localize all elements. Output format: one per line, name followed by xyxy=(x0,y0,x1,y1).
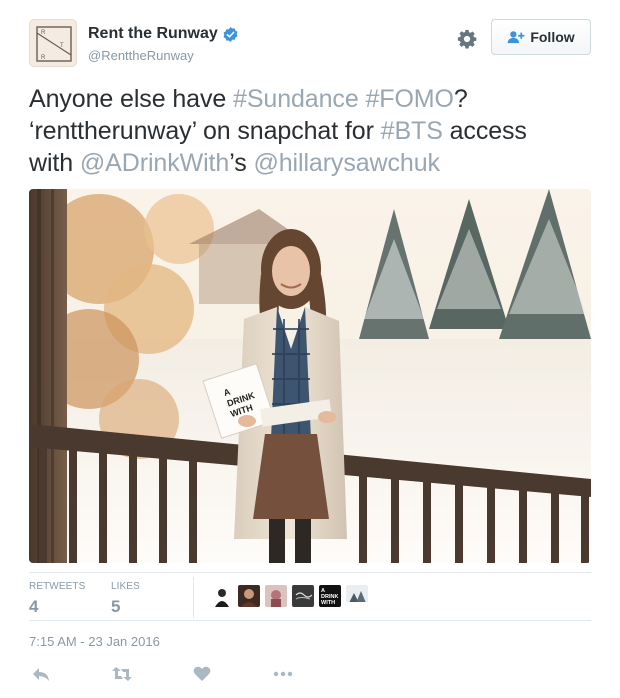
likes-label: LIKES xyxy=(111,581,140,592)
tweet-text-line: Anyone else have #Sundance #FOMO? xyxy=(29,83,599,115)
display-name[interactable]: Rent the Runway xyxy=(88,25,218,43)
follow-button[interactable]: Follow xyxy=(491,19,591,55)
reply-icon xyxy=(33,668,49,681)
hashtag-link[interactable]: #Sundance xyxy=(233,85,359,113)
retweet-icon xyxy=(112,667,132,681)
avatar[interactable]: R T R xyxy=(29,19,77,67)
likes-stat[interactable]: LIKES 5 xyxy=(111,581,140,617)
mention-link[interactable]: @ADrinkWith xyxy=(80,149,229,177)
liker-avatar[interactable] xyxy=(238,585,260,607)
like-button[interactable] xyxy=(192,664,212,686)
tweet-timestamp[interactable]: 7:15 AM - 23 Jan 2016 xyxy=(29,634,160,649)
tweet-actions xyxy=(29,664,329,688)
tweet-text-segment: ? xyxy=(453,85,468,113)
liker-card-text-3: WITH xyxy=(321,600,335,606)
tweet-header: R T R Rent the Runway @RenttheRunway Fol… xyxy=(29,19,591,71)
liker-avatar[interactable] xyxy=(265,585,287,607)
logo-letter-2: T xyxy=(60,43,64,49)
retweet-button[interactable] xyxy=(111,664,133,686)
tweet-text-segment: access xyxy=(442,117,527,145)
verified-badge-icon xyxy=(223,26,238,42)
like-icon xyxy=(193,666,211,681)
more-icon xyxy=(273,671,293,677)
rent-the-runway-logo: R T R xyxy=(36,26,72,62)
liker-avatar[interactable] xyxy=(292,585,314,607)
retweets-stat[interactable]: RETWEETS 4 xyxy=(29,581,85,617)
liker-avatars: A DRINK WITH xyxy=(211,585,368,607)
logo-letter-1: R xyxy=(41,30,46,36)
hashtag-link[interactable]: #FOMO xyxy=(365,85,454,113)
retweets-label: RETWEETS xyxy=(29,581,86,592)
logo-letter-3: R xyxy=(41,55,46,61)
likes-count: 5 xyxy=(111,597,121,616)
tweet-text-line: with @ADrinkWith’s @hillarysawchuk xyxy=(29,147,599,179)
divider xyxy=(29,620,591,621)
tweet-text-line: ‘renttherunway’ on snapchat for #BTS acc… xyxy=(29,115,599,147)
more-button[interactable] xyxy=(272,664,294,686)
mention-link[interactable]: @hillarysawchuk xyxy=(253,149,440,177)
add-user-icon xyxy=(508,31,525,44)
liker-avatar[interactable] xyxy=(346,585,368,607)
gear-icon[interactable] xyxy=(456,28,478,50)
user-handle[interactable]: @RenttheRunway xyxy=(88,48,194,63)
tweet-text-segment: ’s xyxy=(229,149,254,177)
follow-label: Follow xyxy=(530,29,575,45)
photo-woman-on-snowy-balcony: A DRINK WITH xyxy=(29,189,591,563)
liker-avatar[interactable]: A DRINK WITH xyxy=(319,585,341,607)
stat-separator xyxy=(193,577,194,618)
tweet-text: Anyone else have #Sundance #FOMO? ‘rentt… xyxy=(29,83,599,179)
tweet-text-segment: Anyone else have xyxy=(29,85,234,113)
tweet-text-segment: with xyxy=(29,149,80,177)
liker-avatar[interactable] xyxy=(211,585,233,607)
reply-button[interactable] xyxy=(31,664,51,686)
tweet-photo[interactable]: A DRINK WITH xyxy=(29,189,591,563)
retweets-count: 4 xyxy=(29,597,39,616)
hashtag-link[interactable]: #BTS xyxy=(381,117,443,145)
name-row: Rent the Runway xyxy=(88,25,239,43)
divider xyxy=(29,572,591,573)
tweet-text-segment: ‘renttherunway’ on snapchat for xyxy=(29,117,381,145)
